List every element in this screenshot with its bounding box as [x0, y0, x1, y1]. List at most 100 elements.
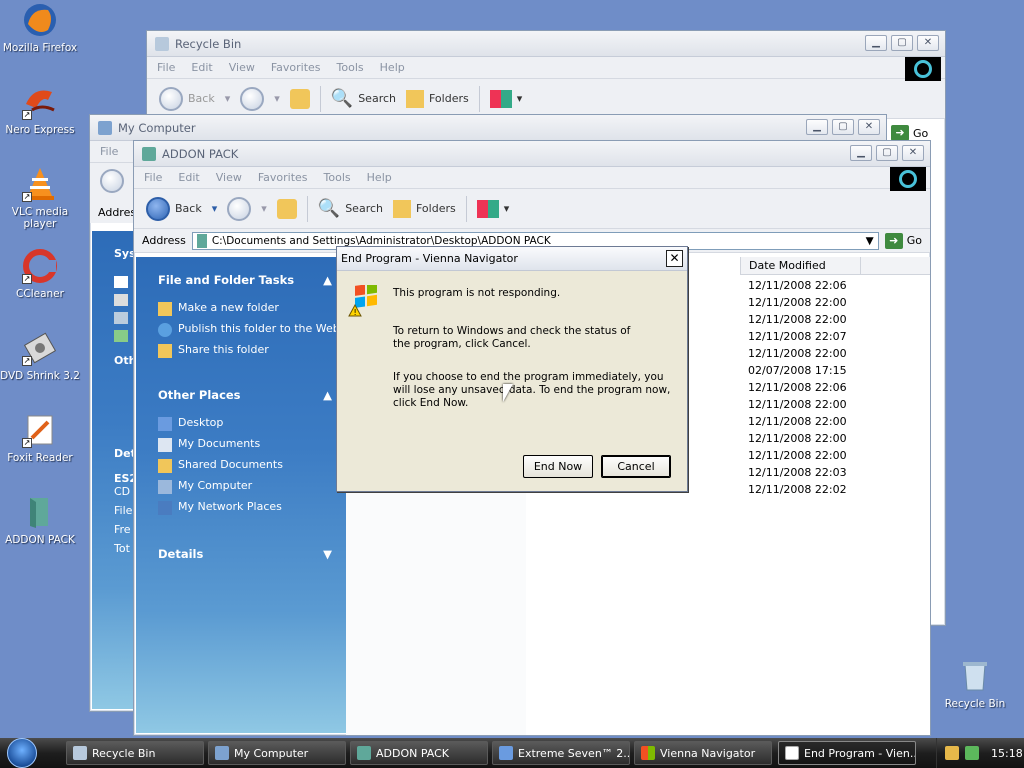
back-button[interactable]: Back [146, 196, 202, 221]
folder-icon [22, 494, 58, 530]
taskbar-button-extreme-seven[interactable]: Extreme Seven™ 2... [492, 741, 630, 765]
chevron-down-icon[interactable]: ▾ [225, 92, 231, 105]
desktop-icon-firefox[interactable]: Mozilla Firefox [0, 2, 80, 54]
task-share-folder[interactable]: Share this folder [158, 343, 346, 358]
forward-button[interactable] [240, 86, 265, 111]
network-places-icon [158, 501, 172, 515]
taskbar-button-addon-pack[interactable]: ADDON PACK [350, 741, 488, 765]
forward-button[interactable] [227, 196, 252, 221]
my-documents-icon [158, 438, 172, 452]
taskbar-button-vienna-navigator[interactable]: Vienna Navigator [634, 741, 772, 765]
menu-edit[interactable]: Edit [191, 61, 212, 74]
menu-tools[interactable]: Tools [337, 61, 364, 74]
title-bar[interactable]: ADDON PACK [134, 141, 930, 167]
desktop-icon-dvd-shrink[interactable]: ↗ DVD Shrink 3.2 [0, 330, 80, 382]
go-button[interactable]: ➜ Go [891, 125, 936, 141]
desktop-icon-vlc[interactable]: ↗ VLC media player [0, 166, 80, 230]
taskbar-button-end-program[interactable]: End Program - Vien... [778, 741, 916, 765]
go-arrow-icon: ➜ [891, 125, 909, 141]
menu-help[interactable]: Help [380, 61, 405, 74]
menu-view[interactable]: View [229, 61, 255, 74]
end-program-dialog[interactable]: End Program - Vienna Navigator ✕ ! This … [336, 246, 688, 492]
chevron-down-icon[interactable]: ▾ [212, 202, 218, 215]
maximize-button[interactable]: ▢ [876, 145, 898, 161]
folders-button[interactable]: Folders [393, 199, 456, 218]
minimize-button[interactable]: ▁ [865, 35, 887, 51]
menu-file[interactable]: File [144, 171, 162, 184]
column-header-spacer [860, 257, 930, 275]
minimize-button[interactable]: ▁ [806, 119, 828, 135]
folder-up-icon[interactable] [276, 198, 297, 219]
desktop-icon-recycle-bin[interactable]: Recycle Bin [935, 658, 1015, 710]
go-button[interactable]: ➜ Go [884, 232, 930, 249]
date-modified-cell: 12/11/2008 22:06 [748, 279, 847, 292]
desktop-icon [158, 417, 172, 431]
menu-bar: File Edit View Favorites Tools Help [147, 57, 945, 79]
chevron-down-icon[interactable]: ▾ [274, 92, 280, 105]
tray-people-icon[interactable] [945, 746, 959, 760]
desktop-icon-label: Nero Express [5, 124, 75, 136]
tray-network-icon[interactable] [965, 746, 979, 760]
windows-orb-icon [7, 738, 37, 768]
views-button[interactable]: ▾ [489, 89, 522, 108]
maximize-button[interactable]: ▢ [832, 119, 854, 135]
desktop-icon-ccleaner[interactable]: ↗ CCleaner [0, 248, 80, 300]
menu-view[interactable]: View [216, 171, 242, 184]
task-pane: File and Folder Tasks ▲ Make a new folder… [136, 257, 346, 733]
desktop-icon-label: DVD Shrink 3.2 [0, 370, 80, 382]
close-button[interactable]: ✕ [902, 145, 924, 161]
folders-button[interactable]: Folders [406, 89, 469, 108]
maximize-button[interactable]: ▢ [891, 35, 913, 51]
back-button[interactable] [100, 169, 124, 193]
folder-up-icon[interactable] [289, 88, 310, 109]
minimize-button[interactable]: ▁ [850, 145, 872, 161]
place-shared-documents[interactable]: Shared Documents [158, 458, 346, 473]
chevron-down-icon[interactable]: ▾ [261, 202, 267, 215]
task-publish-folder[interactable]: Publish this folder to the Web [158, 322, 346, 337]
search-button[interactable]: 🔍 Search [331, 88, 396, 109]
taskbar-button-recycle-bin[interactable]: Recycle Bin [66, 741, 204, 765]
desktop-icon-addon-pack[interactable]: ADDON PACK [0, 494, 80, 546]
taskbar-button-my-computer[interactable]: My Computer [208, 741, 346, 765]
menu-favorites[interactable]: Favorites [258, 171, 308, 184]
date-modified-cell: 12/11/2008 22:07 [748, 330, 847, 343]
window-title: Recycle Bin [175, 36, 242, 51]
computer-icon [215, 746, 229, 760]
title-bar[interactable]: Recycle Bin [147, 31, 945, 57]
search-button[interactable]: 🔍 Search [318, 198, 383, 219]
column-header-date-modified[interactable]: Date Modified [740, 257, 860, 275]
close-button[interactable]: ✕ [858, 119, 880, 135]
file-folder-tasks-header[interactable]: File and Folder Tasks ▲ [158, 273, 346, 287]
taskbar: Recycle Bin My Computer ADDON PACK Extre… [0, 738, 1024, 768]
other-places-header[interactable]: Other Places ▲ [158, 388, 346, 402]
desktop-icon-foxit-reader[interactable]: ↗ Foxit Reader [0, 412, 80, 464]
task-make-new-folder[interactable]: Make a new folder [158, 301, 346, 316]
title-bar[interactable]: My Computer [90, 115, 886, 141]
clock[interactable]: 15:18 [991, 747, 1023, 760]
place-my-documents[interactable]: My Documents [158, 437, 346, 452]
menu-help[interactable]: Help [367, 171, 392, 184]
dialog-title-bar[interactable]: End Program - Vienna Navigator [337, 247, 687, 271]
chevron-down-icon[interactable]: ▼ [866, 235, 878, 247]
cancel-button[interactable]: Cancel [601, 455, 671, 478]
menu-favorites[interactable]: Favorites [271, 61, 321, 74]
dvd-shrink-icon: ↗ [22, 330, 58, 366]
place-desktop[interactable]: Desktop [158, 416, 346, 431]
close-button[interactable]: ✕ [917, 35, 939, 51]
go-arrow-icon: ➜ [884, 232, 903, 249]
place-my-computer[interactable]: My Computer [158, 479, 346, 494]
desktop-icon-nero-express[interactable]: ↗ Nero Express [0, 84, 80, 136]
close-button[interactable]: ✕ [666, 250, 683, 267]
menu-edit[interactable]: Edit [178, 171, 199, 184]
views-button[interactable]: ▾ [476, 199, 509, 218]
menu-tools[interactable]: Tools [324, 171, 351, 184]
folder-icon [196, 233, 207, 248]
menu-file[interactable]: File [100, 145, 118, 158]
back-button[interactable]: Back [159, 86, 215, 111]
end-now-button[interactable]: End Now [523, 455, 593, 478]
menu-file[interactable]: File [157, 61, 175, 74]
place-my-network-places[interactable]: My Network Places [158, 500, 346, 515]
date-modified-cell: 12/11/2008 22:02 [748, 483, 847, 496]
details-header[interactable]: Details ▼ [158, 547, 346, 561]
start-button[interactable] [0, 738, 44, 768]
